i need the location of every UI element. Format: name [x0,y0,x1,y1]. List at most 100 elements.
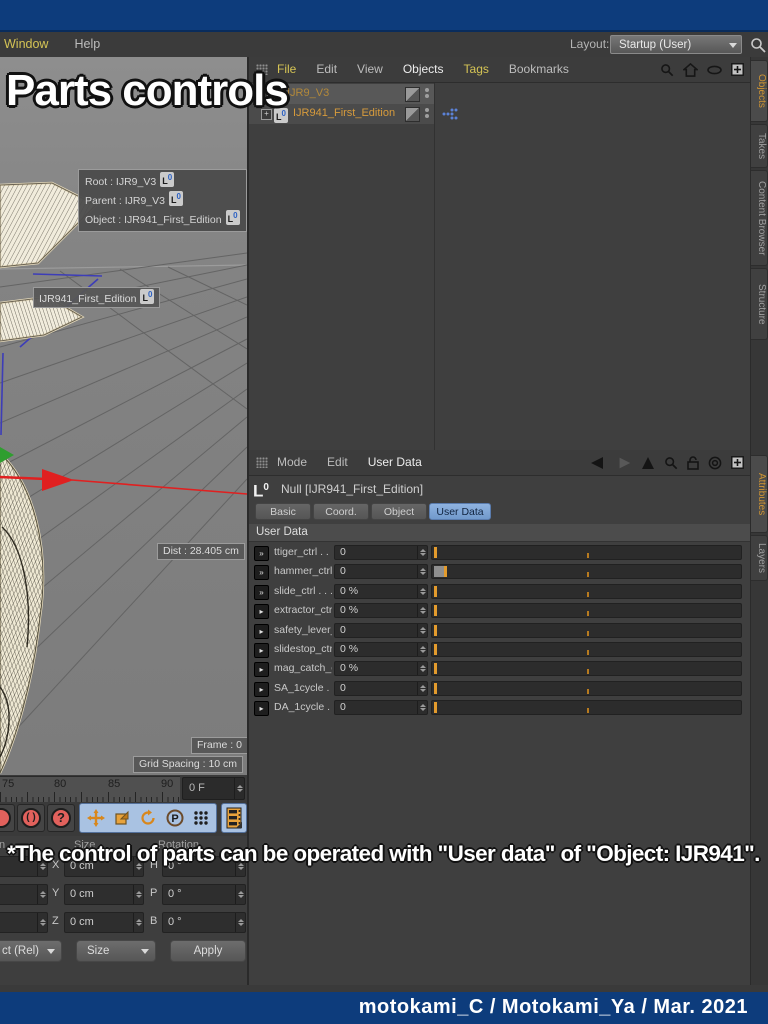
panel-tab-objects[interactable]: Objects [751,60,768,122]
panel-tab-attributes[interactable]: Attributes [751,455,768,533]
visibility-dots[interactable] [425,108,429,120]
value-stepper[interactable] [417,623,427,637]
keyframe-help-button[interactable]: ? [47,804,75,832]
value-stepper[interactable] [417,565,427,579]
menu-help[interactable]: Help [74,32,100,57]
project-settings-button[interactable] [221,803,247,833]
viewport-3d[interactable]: Root : IJR9_V3 L0 Parent : IJR9_V3 L0 Object… [0,57,247,775]
tab-coord[interactable]: Coord. [313,503,369,520]
visibility-dots[interactable] [425,88,429,100]
record-scale-icon[interactable] [114,810,130,826]
userdata-slider[interactable] [431,700,742,716]
anim-play-icon[interactable]: ▸ [254,681,269,697]
menu-window[interactable]: Window [4,32,48,57]
userdata-value-field[interactable]: 0 [334,680,428,696]
anim-double-arrow-icon[interactable]: » [254,584,269,600]
forward-icon[interactable] [616,456,632,470]
eye-icon[interactable] [707,65,722,75]
rotation-b-field[interactable]: 0 ° [162,912,246,933]
userdata-value-field[interactable]: 0 [334,700,428,716]
anim-play-icon[interactable]: ▸ [254,623,269,639]
tab-object[interactable]: Object [371,503,427,520]
userdata-value-field[interactable]: 0 % [334,661,428,677]
search-icon[interactable] [664,456,678,470]
value-stepper[interactable] [417,546,427,559]
userdata-slider[interactable] [431,564,742,580]
search-icon[interactable] [660,63,674,77]
slider-handle[interactable] [434,585,437,597]
position-field-clipped[interactable] [0,912,48,933]
record-parameter-icon[interactable]: P [166,809,184,827]
apply-button[interactable]: Apply [170,940,246,962]
value-stepper[interactable] [417,662,427,676]
anim-play-icon[interactable]: ▸ [254,701,269,717]
value-stepper[interactable] [417,701,427,715]
record-position-icon[interactable] [86,809,105,827]
om-menu-edit[interactable]: Edit [316,57,337,82]
current-frame-field[interactable]: 0 F [182,777,245,800]
slider-handle[interactable] [434,605,437,617]
autokey-button[interactable]: ( ) [17,804,45,832]
panel-tab-content-browser[interactable]: Content Browser [751,170,768,266]
add-panel-icon[interactable] [731,63,744,76]
anim-play-icon[interactable]: ▸ [254,604,269,620]
slider-handle[interactable] [444,566,447,578]
coord-mode-dropdown[interactable]: ct (Rel) [0,940,62,962]
userdata-slider[interactable] [431,642,742,657]
target-icon[interactable] [708,456,722,470]
size-y-field[interactable]: 0 cm [64,884,144,905]
userdata-value-field[interactable]: 0 [334,564,428,580]
userdata-value-field[interactable]: 0 % [334,583,428,599]
panel-tab-takes[interactable]: Takes [751,124,768,168]
panel-grip-icon[interactable] [256,457,268,468]
userdata-slider[interactable] [431,622,742,638]
record-objects-button[interactable] [0,804,15,832]
am-menu-mode[interactable]: Mode [277,450,307,475]
om-menu-objects[interactable]: Objects [403,57,444,82]
slider-handle[interactable] [434,663,437,675]
value-stepper[interactable] [417,643,427,656]
am-menu-user-data[interactable]: User Data [368,450,422,475]
record-pla-icon[interactable] [193,810,209,826]
tab-basic[interactable]: Basic [255,503,311,520]
frame-stepper[interactable] [234,778,244,799]
value-stepper[interactable] [417,604,427,618]
userdata-slider[interactable] [431,603,742,619]
anim-double-arrow-icon[interactable]: » [254,565,269,581]
rotation-p-field[interactable]: 0 ° [162,884,246,905]
panel-tab-layers[interactable]: Layers [751,535,768,581]
userdata-slider[interactable] [431,545,742,560]
slider-handle[interactable] [434,624,437,636]
position-field-clipped[interactable] [0,884,48,905]
viewport-object-label[interactable]: IJR941_First_Edition L0 [33,287,161,308]
up-icon[interactable] [641,456,655,470]
slider-handle[interactable] [434,702,437,714]
om-menu-view[interactable]: View [357,57,383,82]
xpresso-tag-icon[interactable] [442,107,458,121]
timeline-ruler[interactable]: 75 80 85 90 [0,776,180,802]
back-icon[interactable] [589,456,607,470]
add-panel-icon[interactable] [731,456,744,469]
record-rotate-icon[interactable] [139,809,157,827]
userdata-value-field[interactable]: 0 [334,545,428,560]
layer-color-swatch[interactable] [405,107,420,122]
value-stepper[interactable] [417,584,427,598]
om-menu-bookmarks[interactable]: Bookmarks [509,57,569,82]
am-menu-edit[interactable]: Edit [327,450,348,475]
lock-icon[interactable] [687,455,699,470]
search-icon[interactable] [750,37,766,53]
anim-double-arrow-icon[interactable]: » [254,546,269,561]
tab-userdata[interactable]: User Data [429,503,491,520]
slider-handle[interactable] [434,547,437,558]
slider-handle[interactable] [434,644,437,655]
anim-play-icon[interactable]: ▸ [254,662,269,678]
value-stepper[interactable] [417,681,427,695]
userdata-slider[interactable] [431,680,742,696]
user-data-section-header[interactable]: User Data [249,524,750,542]
column-divider[interactable] [434,83,435,450]
size-z-field[interactable]: 0 cm [64,912,144,933]
anim-play-icon[interactable]: ▸ [254,643,269,658]
panel-tab-structure[interactable]: Structure [751,268,768,340]
om-menu-tags[interactable]: Tags [464,57,489,82]
slider-handle[interactable] [434,682,437,694]
